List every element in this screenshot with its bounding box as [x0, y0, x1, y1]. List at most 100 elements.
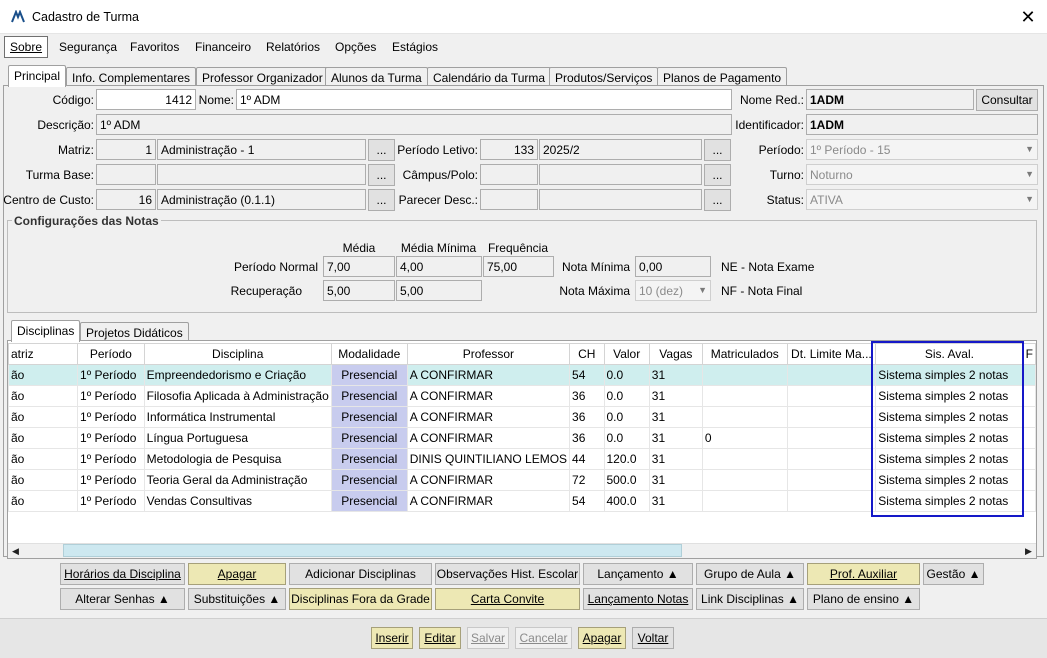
adicionar-disciplinas-button[interactable]: Adicionar Disciplinas	[289, 563, 432, 585]
status-label: Status:	[766, 193, 804, 207]
lancamento-button[interactable]: Lançamento ▲	[583, 563, 693, 585]
column-header[interactable]: Disciplina	[143, 343, 332, 365]
link-disciplinas-button[interactable]: Link Disciplinas ▲	[696, 588, 804, 610]
scrollbar-thumb[interactable]	[63, 544, 682, 557]
column-header[interactable]: Vagas	[648, 343, 703, 365]
matriz-num-field[interactable]: 1	[96, 139, 156, 160]
column-header[interactable]: CH	[569, 343, 605, 365]
campus-lookup-button[interactable]: ...	[704, 164, 731, 186]
tab-principal[interactable]: Principal	[8, 65, 67, 87]
campus-num-field[interactable]	[480, 164, 538, 185]
lancamento-notas-button[interactable]: Lançamento Notas	[583, 588, 693, 610]
turma-base-nome-field[interactable]	[157, 164, 366, 185]
parecer-lookup-button[interactable]: ...	[704, 189, 731, 211]
carta-convite-button[interactable]: Carta Convite	[435, 588, 580, 610]
tab-calendario-turma[interactable]: Calendário da Turma	[427, 67, 552, 87]
nota-maxima-select[interactable]: 10 (dez) ▼	[635, 280, 711, 301]
parecer-nome-field[interactable]	[539, 189, 702, 210]
table-cell	[1022, 427, 1037, 449]
tab-produtos-servicos[interactable]: Produtos/Serviços	[549, 67, 659, 87]
codigo-field[interactable]: 1412	[96, 89, 196, 110]
close-icon[interactable]: ✕	[1016, 6, 1040, 28]
cancelar-button[interactable]: Cancelar	[515, 627, 572, 649]
disciplinas-fora-grade-button[interactable]: Disciplinas Fora da Grade	[289, 588, 432, 610]
column-header[interactable]: Matriculados	[701, 343, 788, 365]
table-row[interactable]: ão 1º Período Filosofia Aplicada à Adminis…	[7, 385, 1037, 407]
matriz-lookup-button[interactable]: ...	[368, 139, 395, 161]
recuperacao-label: Recuperação	[230, 284, 302, 298]
scroll-right-icon[interactable]: ▶	[1021, 544, 1036, 559]
tab-alunos-turma[interactable]: Alunos da Turma	[325, 67, 428, 87]
table-row[interactable]: ão 1º Período Informática Instrumental Pres…	[7, 406, 1037, 428]
table-row[interactable]: ão 1º Período Teoria Geral da Administraçã…	[7, 469, 1037, 491]
centro-custo-nome-field[interactable]: Administração (0.1.1)	[157, 189, 366, 210]
menu-favoritos[interactable]: Favoritos	[128, 40, 181, 54]
column-header[interactable]: Período	[77, 343, 145, 365]
table-row[interactable]: ão 1º Período Língua Portuguesa Presencial A…	[7, 427, 1037, 449]
table-row[interactable]: ão 1º Período Empreendedorismo e Criação Pr…	[7, 364, 1037, 386]
menu-sobre[interactable]: Sobre	[4, 36, 49, 58]
column-header[interactable]: Modalidade	[330, 343, 408, 365]
column-header[interactable]: Professor	[406, 343, 571, 365]
periodo-letivo-nome-field[interactable]: 2025/2	[539, 139, 702, 160]
table-row[interactable]: ão 1º Período Vendas Consultivas Presencial…	[7, 490, 1037, 512]
turma-base-num-field[interactable]	[96, 164, 156, 185]
substituicoes-button[interactable]: Substituições ▲	[188, 588, 286, 610]
nota-minima-field[interactable]: 0,00	[635, 256, 711, 277]
identificador-field[interactable]: 1ADM	[806, 114, 1038, 135]
menu-opcoes[interactable]: Opções	[333, 40, 378, 54]
nome-red-field[interactable]: 1ADM	[806, 89, 974, 110]
table-cell: 31	[648, 364, 703, 386]
editar-button[interactable]: Editar	[419, 627, 461, 649]
campus-nome-field[interactable]	[539, 164, 702, 185]
column-header[interactable]: atriz	[7, 343, 79, 365]
periodo-letivo-num-field[interactable]: 133	[480, 139, 538, 160]
consultar-button[interactable]: Consultar	[976, 89, 1038, 111]
status-select[interactable]: ATIVA ▼	[806, 189, 1038, 210]
descricao-field[interactable]: 1º ADM	[96, 114, 732, 135]
table-cell: 1º Período	[77, 364, 145, 386]
salvar-button[interactable]: Salvar	[467, 627, 509, 649]
pn-frequencia-field[interactable]: 75,00	[483, 256, 554, 277]
voltar-button[interactable]: Voltar	[632, 627, 674, 649]
observacoes-hist-button[interactable]: Observações Hist. Escolar	[435, 563, 580, 585]
pn-media-field[interactable]: 7,00	[323, 256, 395, 277]
menu-estagios[interactable]: Estágios	[390, 40, 440, 54]
tab-professor-organizador[interactable]: Professor Organizador	[196, 67, 329, 87]
tab-projetos-didaticos[interactable]: Projetos Didáticos	[80, 322, 189, 342]
gestao-button[interactable]: Gestão ▲	[923, 563, 984, 585]
menu-relatorios[interactable]: Relatórios	[264, 40, 322, 54]
periodo-letivo-lookup-button[interactable]: ...	[704, 139, 731, 161]
scroll-left-icon[interactable]: ◀	[8, 544, 23, 559]
horarios-disciplina-button[interactable]: Horários da Disciplina	[60, 563, 185, 585]
turma-base-lookup-button[interactable]: ...	[368, 164, 395, 186]
rec-media-minima-field[interactable]: 5,00	[396, 280, 482, 301]
apagar-disciplina-button[interactable]: Apagar	[188, 563, 286, 585]
tab-planos-pagamento[interactable]: Planos de Pagamento	[657, 67, 788, 87]
menu-financeiro[interactable]: Financeiro	[193, 40, 253, 54]
prof-auxiliar-button[interactable]: Prof. Auxiliar	[807, 563, 920, 585]
centro-custo-num-field[interactable]: 16	[96, 189, 156, 210]
rec-media-field[interactable]: 5,00	[323, 280, 395, 301]
centro-custo-lookup-button[interactable]: ...	[368, 189, 395, 211]
periodo-select[interactable]: 1º Período - 15 ▼	[806, 139, 1038, 160]
matriz-nome-field[interactable]: Administração - 1	[157, 139, 366, 160]
apagar-button[interactable]: Apagar	[578, 627, 626, 649]
column-header[interactable]: Sis. Aval.	[875, 343, 1024, 365]
menu-seguranca[interactable]: Segurança	[57, 40, 119, 54]
plano-ensino-button[interactable]: Plano de ensino ▲	[807, 588, 920, 610]
tab-info-complementares[interactable]: Info. Complementares	[66, 67, 197, 87]
inserir-button[interactable]: Inserir	[371, 627, 413, 649]
tab-disciplinas[interactable]: Disciplinas	[11, 320, 81, 342]
column-header[interactable]: Dt. Limite Ma...	[786, 343, 877, 365]
column-header[interactable]: F	[1022, 343, 1037, 365]
nome-field[interactable]: 1º ADM	[236, 89, 732, 110]
column-header[interactable]: Valor	[603, 343, 650, 365]
table-row[interactable]: ão 1º Período Metodologia de Pesquisa Prese…	[7, 448, 1037, 470]
centro-custo-label: Centro de Custo:	[3, 193, 94, 207]
alterar-senhas-button[interactable]: Alterar Senhas ▲	[60, 588, 185, 610]
parecer-num-field[interactable]	[480, 189, 538, 210]
pn-media-minima-field[interactable]: 4,00	[396, 256, 482, 277]
grupo-aula-button[interactable]: Grupo de Aula ▲	[696, 563, 804, 585]
turno-select[interactable]: Noturno ▼	[806, 164, 1038, 185]
